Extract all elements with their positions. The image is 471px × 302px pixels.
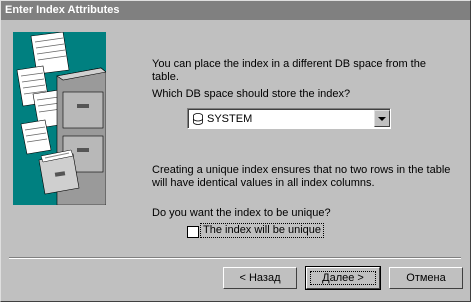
dbspace-dropdown-button[interactable] (374, 110, 390, 127)
title-bar[interactable]: Enter Index Attributes (1, 1, 470, 20)
dbspace-info-line-2: table. (152, 71, 179, 83)
unique-checkbox-label[interactable]: The index will be unique (200, 223, 325, 238)
dbspace-selected-value: SYSTEM (207, 113, 253, 125)
unique-question: Do you want the index to be unique? (152, 207, 331, 219)
cancel-button[interactable]: Отмена (389, 267, 463, 289)
dbspace-combobox[interactable]: SYSTEM (187, 108, 391, 129)
chevron-down-icon (378, 117, 386, 121)
back-button[interactable]: < Назад (223, 267, 297, 289)
dbspace-info-text: You can place the index in a different D… (152, 58, 452, 84)
unique-checkbox[interactable] (187, 226, 199, 238)
focus-rect (310, 271, 376, 285)
dialog-window: Enter Index Attributes You can place the… (0, 0, 471, 302)
unique-info-line-1: Creating a unique index ensures that no … (152, 164, 451, 176)
filing-cabinet-illustration (13, 32, 106, 205)
dbspace-combobox-field[interactable]: SYSTEM (188, 109, 390, 128)
unique-info-text: Creating a unique index ensures that no … (152, 164, 452, 190)
database-icon (193, 113, 203, 125)
next-button[interactable]: Далее > (305, 266, 381, 290)
unique-info-line-2: will have identical values in all index … (152, 177, 375, 189)
dbspace-question: Which DB space should store the index? (152, 88, 351, 100)
separator (9, 257, 461, 259)
dbspace-info-line-1: You can place the index in a different D… (152, 58, 426, 70)
